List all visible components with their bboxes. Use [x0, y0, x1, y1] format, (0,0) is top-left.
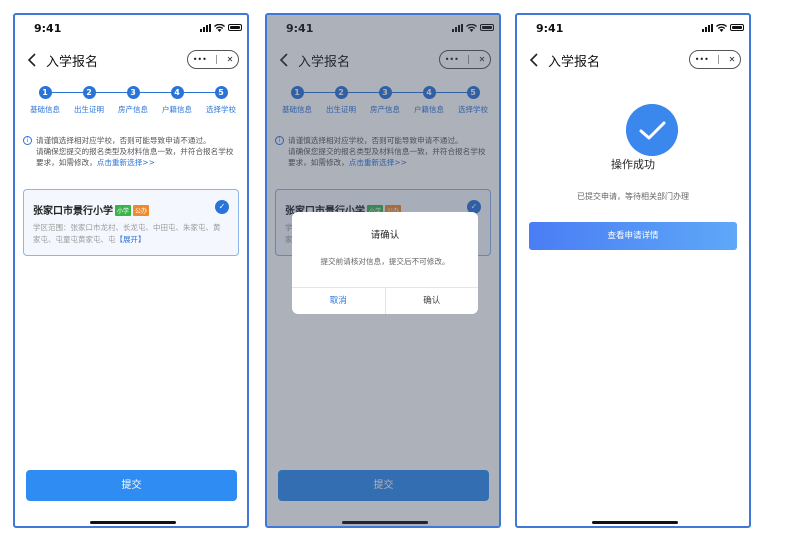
status-time: 9:41 — [536, 22, 564, 35]
step-4: 4 户籍信息 — [162, 86, 192, 114]
close-icon[interactable]: ✕ — [729, 55, 736, 64]
home-indicator — [592, 521, 678, 524]
status-bar: 9:41 — [15, 15, 247, 43]
more-icon[interactable]: ••• — [695, 55, 709, 64]
more-icon[interactable]: ••• — [193, 55, 207, 64]
status-bar: 9:41 — [517, 15, 749, 43]
screen-confirm-dialog: 9:41 入学报名 ••• ✕ 1 基础信息 2 出生证明 3 房产信息 4 户籍信息 … — [265, 13, 501, 528]
wifi-icon — [716, 24, 727, 32]
page-title: 入学报名 — [548, 55, 601, 70]
nav-bar: 入学报名 ••• ✕ — [517, 47, 749, 75]
page-title: 入学报名 — [46, 55, 99, 70]
signal-icon — [200, 24, 211, 32]
back-icon[interactable] — [527, 51, 543, 69]
signal-icon — [702, 24, 713, 32]
screen-school-selection: 9:41 入学报名 ••• ✕ 1 基础信息 2 出生证明 3 房产信息 4 户籍信息 … — [13, 13, 249, 528]
success-check-icon — [626, 104, 678, 156]
step-3: 3 房产信息 — [118, 86, 148, 114]
cancel-button[interactable]: 取消 — [292, 288, 386, 314]
wifi-icon — [214, 24, 225, 32]
dialog-message: 提交前请核对信息，提交后不可修改。 — [320, 257, 450, 266]
confirm-button[interactable]: 确认 — [386, 288, 479, 314]
success-title: 操作成功 — [611, 158, 655, 171]
step-5: 5 选择学校 — [206, 86, 236, 114]
mini-program-capsule: ••• ✕ — [689, 50, 741, 69]
school-name: 张家口市景行小学小学公办 — [33, 205, 150, 217]
battery-icon — [730, 24, 744, 31]
dialog-title: 请确认 — [370, 230, 400, 241]
success-message: 已提交申请，等待相关部门办理 — [577, 192, 689, 201]
notice-line2: 请确保您提交的报名类型及材料信息一致，并符合报名学校要求，如需修改，点击重新选择… — [36, 147, 234, 167]
notice-line1: 请谨慎选择相对应学校，否则可能导致申请不通过。 — [36, 136, 211, 145]
close-icon[interactable]: ✕ — [227, 55, 234, 64]
step-1: 1 基础信息 — [30, 86, 60, 114]
expand-link[interactable]: 【展开】 — [116, 235, 146, 244]
view-details-button[interactable]: 查看申请详情 — [529, 222, 737, 250]
notice: i 请谨慎选择相对应学校，否则可能导致申请不通过。 请确保您提交的报名类型及材料… — [23, 135, 239, 168]
submit-button[interactable]: 提交 — [26, 470, 237, 501]
reselect-link[interactable]: 点击重新选择>> — [97, 158, 155, 167]
school-card[interactable]: 张家口市景行小学 小学 公办 ✓ 学区范围：张家口市龙村、长龙屯、中田屯、朱家屯、黄… — [23, 189, 239, 256]
confirm-dialog: 请确认 提交前请核对信息，提交后不可修改。 取消 确认 — [292, 212, 478, 314]
home-indicator — [90, 521, 176, 524]
screen-success: 9:41 入学报名 ••• ✕ 操作成功 已提交申请，等待相关部门办理 查看申请… — [515, 13, 751, 528]
progress-steps: 1 基础信息 2 出生证明 3 房产信息 4 户籍信息 5 选择学校 — [15, 83, 247, 131]
battery-icon — [228, 24, 242, 31]
back-icon[interactable] — [25, 51, 41, 69]
info-icon: i — [23, 136, 32, 145]
mini-program-capsule: ••• ✕ — [187, 50, 239, 69]
check-icon: ✓ — [215, 200, 229, 214]
status-time: 9:41 — [34, 22, 62, 35]
step-2: 2 出生证明 — [74, 86, 104, 114]
type-badge: 公办 — [133, 205, 150, 216]
school-scope: 学区范围：张家口市龙村、长龙屯、中田屯、朱家屯、黄家屯、屯童屯黄家屯、屯【展开】 — [33, 223, 221, 244]
level-badge: 小学 — [115, 205, 132, 216]
nav-bar: 入学报名 ••• ✕ — [15, 47, 247, 75]
